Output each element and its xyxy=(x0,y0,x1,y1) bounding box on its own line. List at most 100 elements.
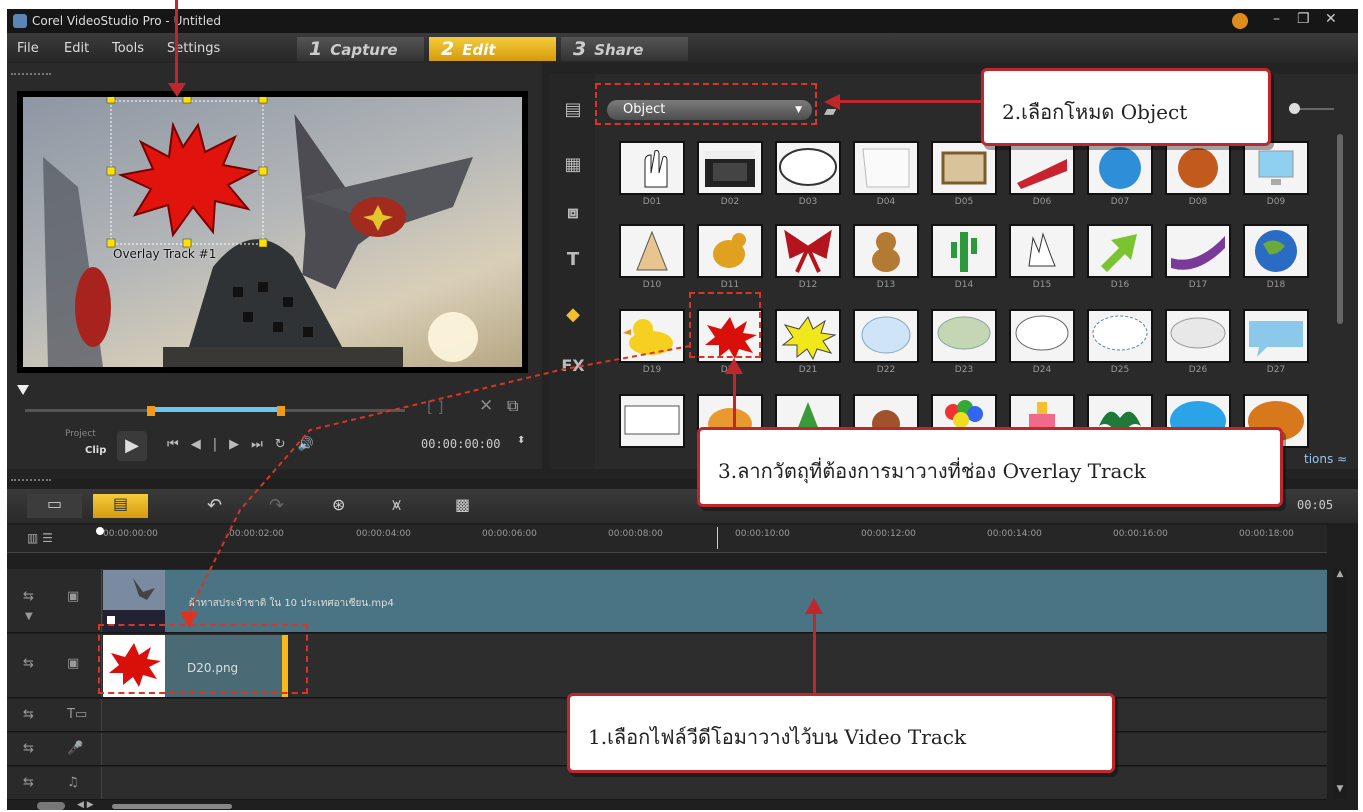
chevron-down-icon[interactable]: ▼ xyxy=(25,611,33,622)
app-icon xyxy=(13,14,27,28)
trim-end-handle[interactable] xyxy=(277,406,285,416)
title-icon[interactable]: T xyxy=(559,249,587,273)
redo-icon[interactable]: ↷ xyxy=(269,495,284,516)
library-item[interactable] xyxy=(1009,309,1075,363)
split-clip-icon[interactable]: ✕ xyxy=(479,396,493,416)
tab-capture-label: Capture xyxy=(330,41,398,59)
zoom-slider-handle[interactable] xyxy=(1289,103,1300,114)
library-item[interactable] xyxy=(697,224,763,278)
library-item[interactable] xyxy=(775,141,841,195)
trim-start-handle[interactable] xyxy=(147,406,155,416)
media-icon[interactable]: ▤ xyxy=(559,99,587,123)
video-track-icon[interactable]: ▣ xyxy=(67,589,79,604)
timeline-view-icon[interactable]: ▤ xyxy=(93,494,148,518)
music-track-icon[interactable]: ♫ xyxy=(67,775,79,790)
library-item[interactable] xyxy=(619,224,685,278)
voice-ripple-icon[interactable]: ⇆ xyxy=(23,741,34,756)
library-item[interactable] xyxy=(1243,309,1309,363)
filter-icon[interactable]: FX xyxy=(559,356,587,380)
library-item[interactable] xyxy=(853,309,919,363)
arrow-top-head xyxy=(168,83,186,97)
scroll-left-icon[interactable]: ◀ ▶ xyxy=(77,800,94,810)
tab-edit[interactable]: 2 Edit xyxy=(429,37,556,61)
overlay-track-icon[interactable]: ▣ xyxy=(67,656,79,671)
title-track-icon[interactable]: T▭ xyxy=(67,707,87,722)
overlay-ripple-icon[interactable]: ⇆ xyxy=(23,656,34,671)
graphic-icon[interactable]: ◆ xyxy=(559,304,587,328)
library-item[interactable] xyxy=(697,141,763,195)
auto-music-icon[interactable]: ▩ xyxy=(455,495,470,514)
help-icon[interactable] xyxy=(1232,13,1248,29)
menu-edit[interactable]: Edit xyxy=(64,41,89,56)
video-track-header: ⇆ ▣ ▼ xyxy=(7,569,102,632)
title-ripple-icon[interactable]: ⇆ xyxy=(23,707,34,722)
title-bar: Corel VideoStudio Pro - Untitled – ❐ ✕ xyxy=(7,9,1358,33)
options-button[interactable]: tions ≈ xyxy=(1304,452,1347,466)
library-item[interactable] xyxy=(931,141,997,195)
tab-edit-label: Edit xyxy=(462,41,496,59)
item-label: D06 xyxy=(1032,197,1052,207)
zoom-fit-button[interactable] xyxy=(37,802,65,810)
instant-project-icon[interactable]: ▦ xyxy=(559,154,587,178)
record-capture-icon[interactable]: ⊛ xyxy=(332,495,345,514)
timeline-ruler[interactable]: ▥ ☰ 00:00:00:00 00:00:02:00 00:00:04:00 … xyxy=(7,525,1327,553)
storyboard-view-icon[interactable]: ▭ xyxy=(27,494,82,518)
voice-track-icon[interactable]: 🎤 xyxy=(67,741,83,756)
library-item[interactable] xyxy=(1165,309,1231,363)
tab-capture[interactable]: 1 Capture xyxy=(297,37,424,61)
undo-icon[interactable]: ↶ xyxy=(207,495,222,516)
library-item[interactable] xyxy=(1243,141,1309,195)
library-item[interactable] xyxy=(1087,309,1153,363)
close-icon[interactable]: ✕ xyxy=(1325,11,1337,27)
library-item[interactable] xyxy=(1009,141,1075,195)
timeline-hscroll[interactable] xyxy=(112,804,232,809)
library-item[interactable] xyxy=(1165,141,1231,195)
library-item[interactable] xyxy=(1009,224,1075,278)
transition-icon[interactable]: ⧈ xyxy=(559,202,587,226)
preview-window[interactable]: Overlay Track #1 xyxy=(17,91,528,373)
minimize-icon[interactable]: – xyxy=(1273,11,1280,27)
music-ripple-icon[interactable]: ⇆ xyxy=(23,775,34,790)
sound-mixer-icon[interactable]: ⩙ xyxy=(392,495,401,515)
scroll-down-icon[interactable]: ▼ xyxy=(1333,784,1347,794)
restore-icon[interactable]: ❐ xyxy=(1297,11,1310,27)
timecode-display[interactable]: 00:00:00:00 xyxy=(421,437,500,451)
panel-grip[interactable] xyxy=(11,73,51,76)
track-manager-icon[interactable]: ▥ ☰ xyxy=(27,531,53,545)
menu-tools[interactable]: Tools xyxy=(112,41,144,56)
enlarge-icon[interactable]: ⧉ xyxy=(507,396,518,416)
timecode-spin-icon[interactable]: ⬍ xyxy=(517,435,525,446)
library-item[interactable] xyxy=(619,309,685,363)
library-item[interactable] xyxy=(853,141,919,195)
ripple-edit-icon[interactable]: ⇆ xyxy=(23,589,34,604)
arrow-1 xyxy=(813,612,816,697)
library-item[interactable] xyxy=(619,394,685,448)
library-grid: D01 D02 D03 D04 D05 D06 D07 D08 D09 D10 … xyxy=(599,116,1339,466)
play-button[interactable]: ▶ xyxy=(117,431,147,461)
library-item[interactable] xyxy=(853,224,919,278)
item-label: D24 xyxy=(1032,365,1052,375)
library-item[interactable] xyxy=(1087,141,1153,195)
arrow-1-head xyxy=(805,598,823,614)
video-clip[interactable]: ผ้าทาสประจำชาติ ใน 10 ประเทศอาเซียน.mp4 xyxy=(103,570,1327,632)
library-item[interactable] xyxy=(619,141,685,195)
library-item[interactable] xyxy=(775,224,841,278)
library-item[interactable] xyxy=(1087,224,1153,278)
item-label: D04 xyxy=(876,197,896,207)
timeline-vscroll[interactable]: ▲ ▼ xyxy=(1333,569,1347,799)
library-item[interactable] xyxy=(775,309,841,363)
library-item[interactable] xyxy=(1165,224,1231,278)
scroll-up-icon[interactable]: ▲ xyxy=(1333,569,1347,579)
mark-in-out-icon[interactable]: [ ] xyxy=(427,398,443,416)
tab-share[interactable]: 3 Share xyxy=(561,37,688,61)
menu-bar: File Edit Tools Settings 1 Capture 2 Edit … xyxy=(7,33,1358,63)
library-item[interactable] xyxy=(931,224,997,278)
library-item[interactable] xyxy=(1243,224,1309,278)
library-item[interactable] xyxy=(931,309,997,363)
menu-file[interactable]: File xyxy=(17,41,39,56)
scrubber-handle[interactable] xyxy=(17,385,29,395)
mode-project-label[interactable]: Project xyxy=(65,429,96,439)
timeline-grip[interactable] xyxy=(11,479,51,482)
transport-controls[interactable]: ⏮◀|▶⏭↻🔊 xyxy=(167,437,326,452)
mode-clip-label[interactable]: Clip xyxy=(85,445,106,456)
